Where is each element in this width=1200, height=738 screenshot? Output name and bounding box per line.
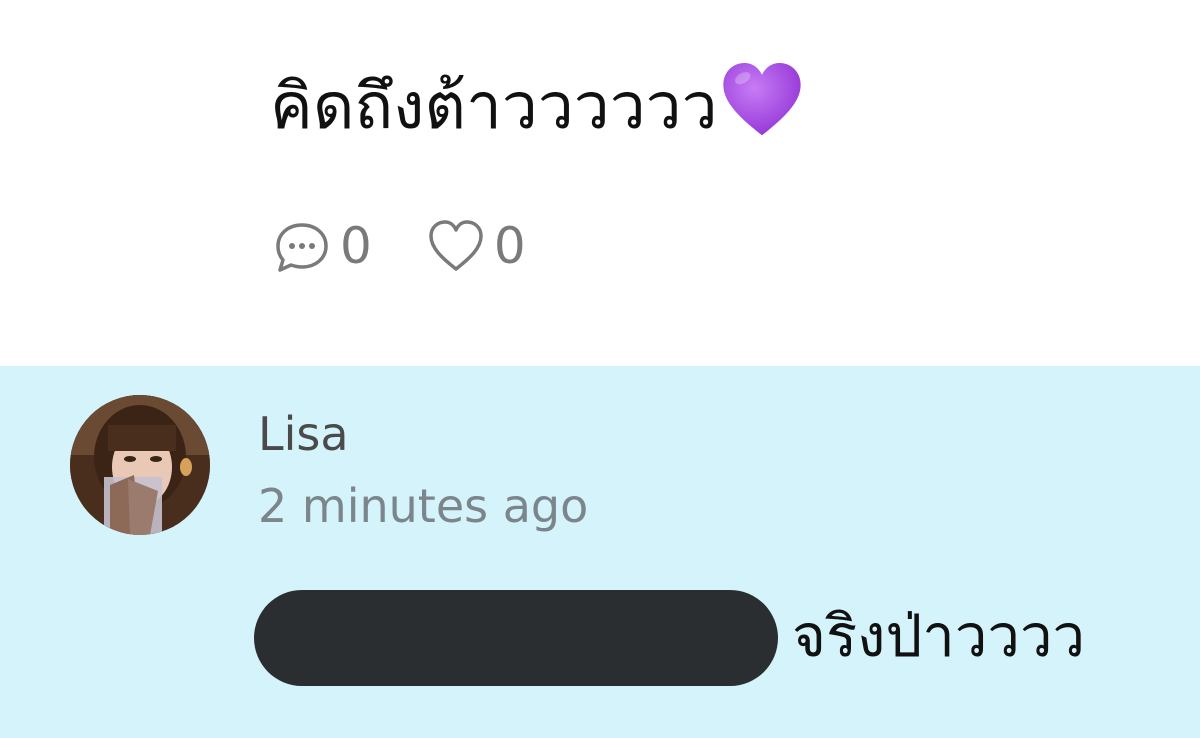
purple-heart-emoji <box>722 63 801 136</box>
reply-author[interactable]: Lisa <box>258 406 349 462</box>
redacted-mention <box>254 590 778 686</box>
avatar[interactable] <box>70 395 210 535</box>
post-card: คิดถึงต้าวววววว 0 0 <box>0 0 1200 366</box>
reply-card: Lisa 2 minutes ago จริงป่าวววว <box>0 366 1200 738</box>
like-button[interactable]: 0 <box>426 216 526 276</box>
avatar-image <box>70 395 210 535</box>
post-body: คิดถึงต้าวววววว <box>270 58 804 155</box>
comment-icon <box>276 223 328 272</box>
post-text: คิดถึงต้าวววววว <box>270 70 718 144</box>
reply-timestamp: 2 minutes ago <box>258 479 589 533</box>
heart-outline-icon <box>429 220 483 271</box>
comment-count: 0 <box>340 217 372 275</box>
comment-button[interactable]: 0 <box>272 216 372 276</box>
like-count: 0 <box>493 217 526 275</box>
reply-text: จริงป่าวววว <box>792 602 1086 670</box>
post-actions: 0 0 <box>272 214 526 278</box>
